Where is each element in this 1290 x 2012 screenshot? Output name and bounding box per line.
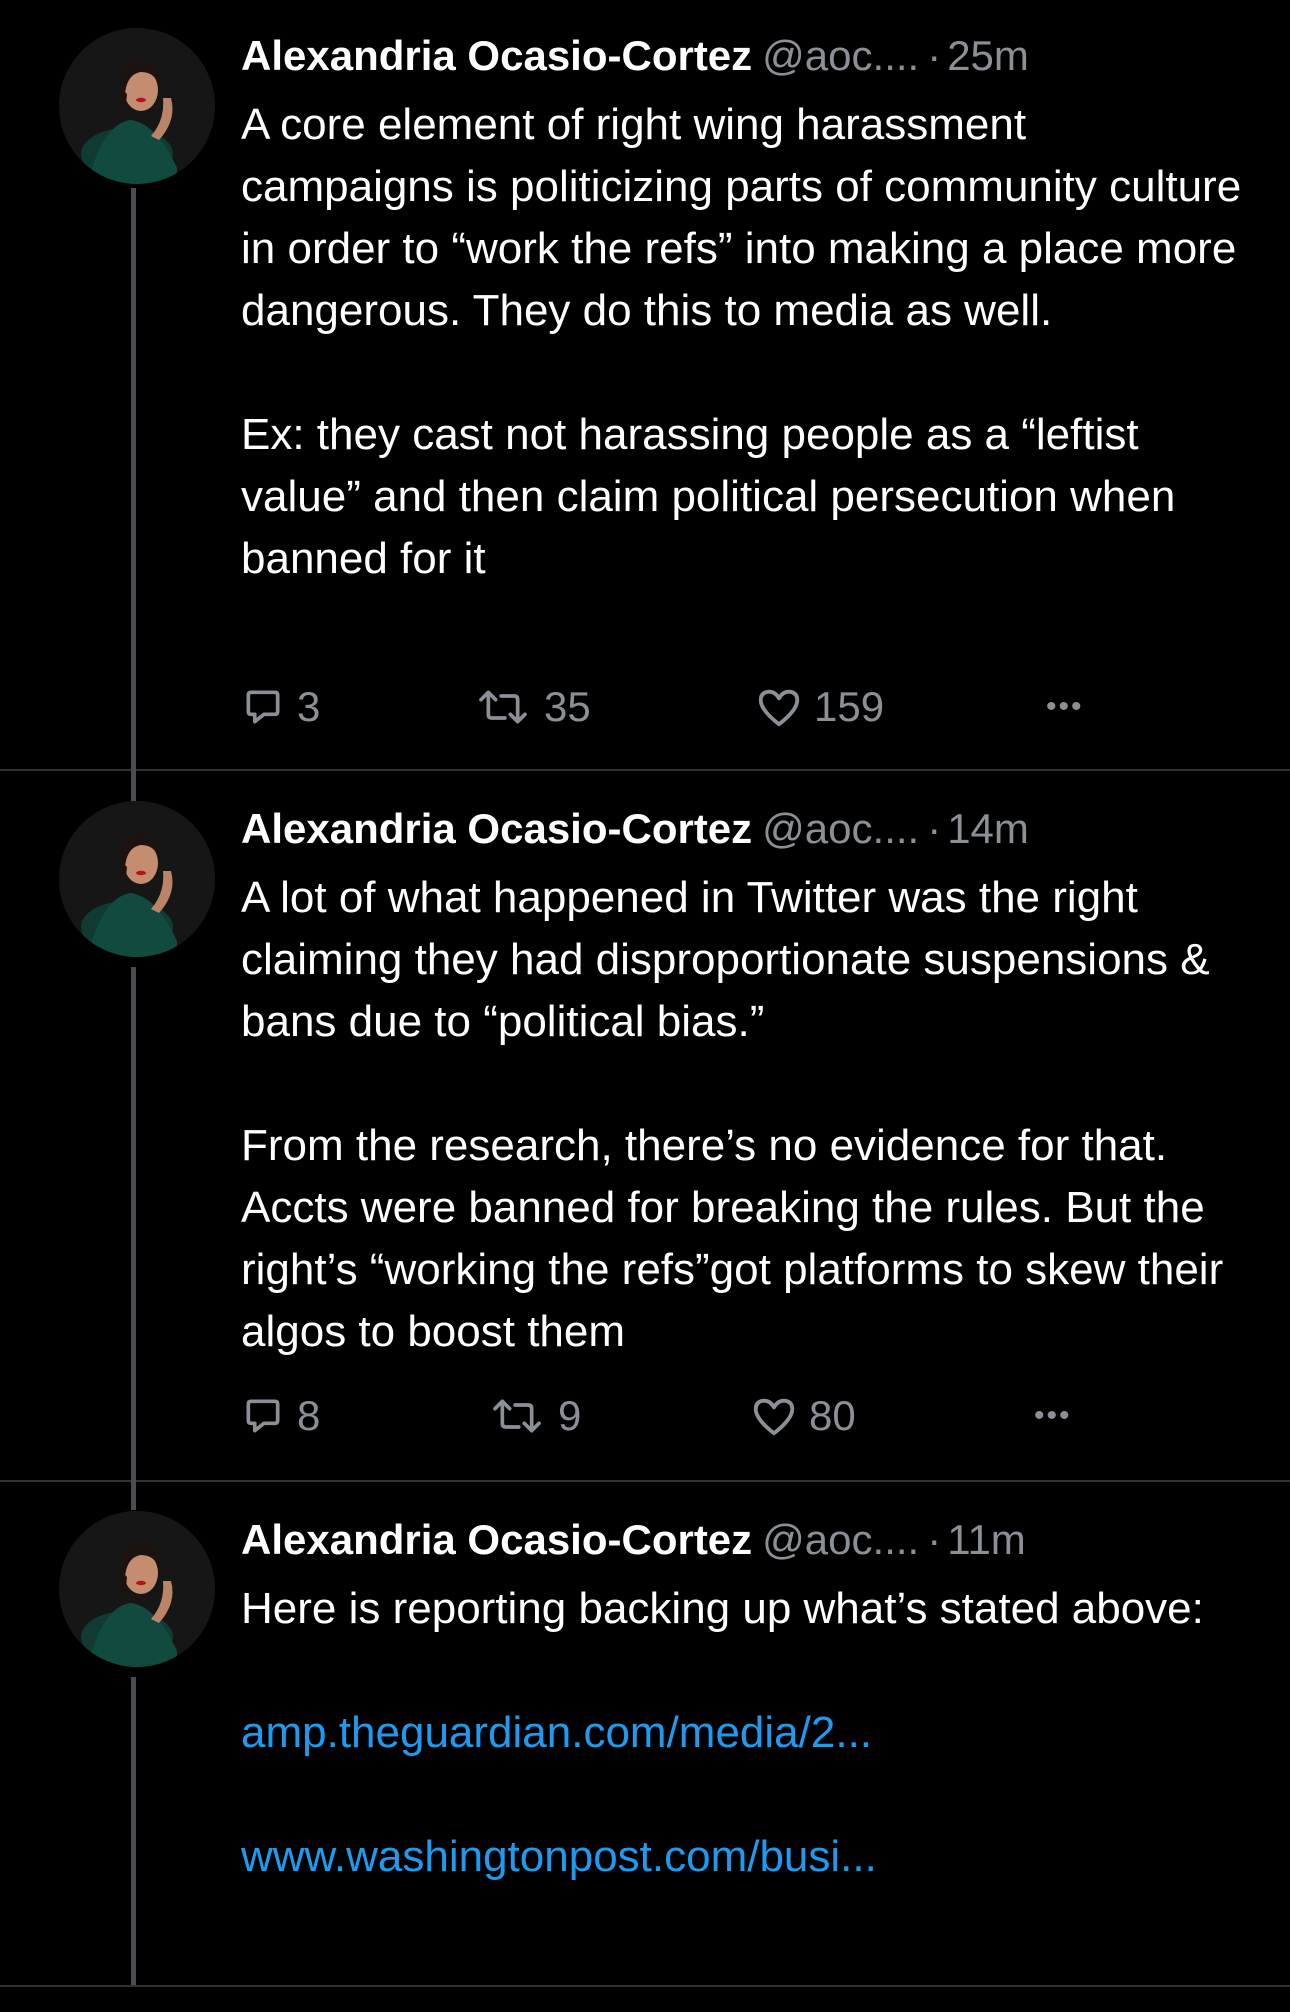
retweet-count: 35: [544, 683, 591, 730]
tweet-paragraph: Here is reporting backing up what’s stat…: [241, 1584, 1204, 1633]
like-icon: [753, 1398, 795, 1436]
tweet-timestamp[interactable]: 14m: [947, 805, 1029, 852]
tweet-actions: 3 35 159 •••: [241, 677, 1121, 737]
tweet-timestamp[interactable]: 25m: [947, 32, 1029, 79]
avatar-photo: [59, 1511, 215, 1667]
avatar[interactable]: [59, 1511, 215, 1667]
thread-connector-line: [131, 1480, 136, 1510]
tweet-divider: [0, 1985, 1290, 1987]
thread-connector-line: [131, 769, 136, 801]
tweet-paragraph: A core element of right wing harassment …: [241, 100, 1242, 335]
avatar-photo: [59, 28, 215, 184]
retweet-count: 9: [558, 1392, 582, 1439]
tweet-2[interactable]: Alexandria Ocasio-Cortez @aoc.... · 14m A l…: [0, 769, 1290, 1481]
like-button[interactable]: 80: [751, 1386, 856, 1446]
guardian-link[interactable]: amp.theguardian.com/media/2...: [241, 1702, 1251, 1764]
retweet-icon: [493, 1399, 541, 1433]
tweet-text: Here is reporting backing up what’s stat…: [241, 1578, 1251, 1888]
more-icon: •••: [1034, 1399, 1072, 1432]
tweet-header: Alexandria Ocasio-Cortez @aoc.... · 25m: [241, 27, 1029, 85]
tweet-text: A core element of right wing harassment …: [241, 94, 1251, 590]
separator-dot: ·: [927, 1516, 942, 1563]
washington-post-link[interactable]: www.washingtonpost.com/busi...: [241, 1826, 1251, 1888]
tweet-paragraph: From the research, there’s no evidence f…: [241, 1121, 1224, 1356]
more-options-button[interactable]: •••: [1046, 677, 1084, 737]
reply-icon: [246, 1399, 280, 1433]
retweet-button[interactable]: 9: [488, 1386, 581, 1446]
avatar-photo: [59, 801, 215, 957]
like-count: 159: [814, 683, 885, 730]
separator-dot: ·: [927, 32, 942, 79]
tweet-header: Alexandria Ocasio-Cortez @aoc.... · 14m: [241, 800, 1029, 858]
more-options-button[interactable]: •••: [1034, 1386, 1072, 1446]
thread-connector-line: [131, 1677, 136, 1987]
author-handle[interactable]: @aoc....: [762, 805, 919, 852]
reply-button[interactable]: 3: [241, 677, 320, 737]
tweet-header: Alexandria Ocasio-Cortez @aoc.... · 11m: [241, 1511, 1026, 1569]
thread-connector-line: [131, 967, 136, 1481]
reply-count: 8: [297, 1392, 321, 1439]
reply-count: 3: [297, 683, 321, 730]
avatar[interactable]: [59, 801, 215, 957]
tweet-1[interactable]: Alexandria Ocasio-Cortez @aoc.... · 25m A c…: [0, 0, 1290, 770]
reply-button[interactable]: 8: [241, 1386, 320, 1446]
tweet-paragraph: Ex: they cast not harassing people as a …: [241, 410, 1176, 583]
avatar[interactable]: [59, 28, 215, 184]
like-icon: [758, 689, 800, 727]
more-icon: •••: [1046, 690, 1084, 723]
retweet-icon: [479, 690, 527, 724]
tweet-actions: 8 9 80 •••: [241, 1386, 1121, 1446]
author-name[interactable]: Alexandria Ocasio-Cortez: [241, 805, 752, 852]
author-name[interactable]: Alexandria Ocasio-Cortez: [241, 32, 752, 79]
retweet-button[interactable]: 35: [474, 677, 591, 737]
tweet-links: amp.theguardian.com/media/2...: [241, 1702, 1251, 1764]
like-count: 80: [809, 1392, 856, 1439]
like-button[interactable]: 159: [756, 677, 884, 737]
tweet-links: www.washingtonpost.com/busi...: [241, 1826, 1251, 1888]
reply-icon: [246, 690, 280, 724]
author-name[interactable]: Alexandria Ocasio-Cortez: [241, 1516, 752, 1563]
tweet-text: A lot of what happened in Twitter was th…: [241, 867, 1251, 1363]
thread-connector-line: [131, 188, 136, 770]
tweet-paragraph: A lot of what happened in Twitter was th…: [241, 873, 1210, 1046]
author-handle[interactable]: @aoc....: [762, 1516, 919, 1563]
author-handle[interactable]: @aoc....: [762, 32, 919, 79]
separator-dot: ·: [927, 805, 942, 852]
tweet-timestamp[interactable]: 11m: [947, 1516, 1026, 1563]
tweet-3[interactable]: Alexandria Ocasio-Cortez @aoc.... · 11m Her…: [0, 1480, 1290, 1987]
